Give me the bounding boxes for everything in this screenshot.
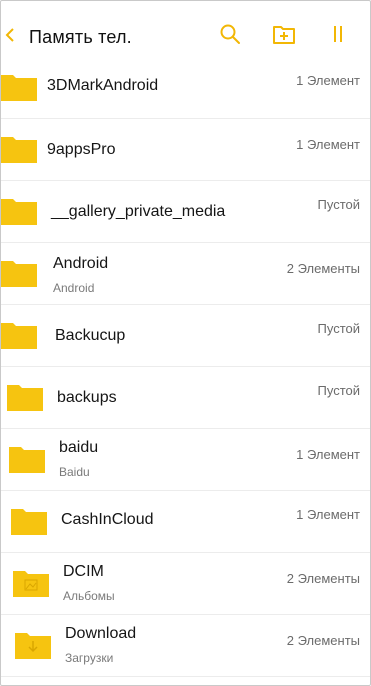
list-item[interactable]: backups Пустой [1,367,370,429]
list-item[interactable]: __gallery_private_media Пустой [1,181,370,243]
folder-icon [1,257,37,287]
item-name: Backucup [55,327,126,344]
list-item[interactable]: 3DMarkAndroid 1 Элемент [1,57,370,119]
item-subtitle: Альбомы [63,589,115,603]
back-button[interactable] [1,11,19,63]
item-count: Пустой [317,321,361,336]
item-subtitle: Baidu [59,465,90,479]
folder-icon [1,71,37,101]
folder-icon [15,629,51,659]
list-item[interactable]: baidu Baidu 1 Элемент [1,429,370,491]
new-folder-button[interactable] [266,19,302,53]
folder-icon [9,443,45,473]
list-item[interactable]: DCIM Альбомы 2 Элементы [1,553,370,615]
list-item[interactable]: Android Android 2 Элементы [1,243,370,305]
search-icon [218,22,242,51]
list-item[interactable]: Download Загрузки 2 Элементы [1,615,370,677]
item-name: Android [53,255,109,272]
item-name: CashInCloud [61,511,154,528]
item-count: 1 Элемент [296,137,360,152]
item-subtitle: Загрузки [65,651,114,665]
item-count: 2 Элементы [286,261,360,276]
item-count: Пустой [317,197,361,212]
item-count: 1 Элемент [296,447,360,462]
new-folder-icon [272,23,296,50]
folder-icon [11,505,47,535]
file-manager-screen: Память тел. 3DMarkAndroid 1 Элемент 9app… [0,0,371,686]
list-item[interactable]: 9appsPro 1 Элемент [1,119,370,181]
folder-icon [7,381,43,411]
item-count: 1 Элемент [296,73,360,88]
item-count: 2 Элементы [286,633,360,648]
item-count: Пустой [317,383,361,398]
folder-icon [1,195,37,225]
item-count: 2 Элементы [286,571,360,586]
back-arrow-icon [5,27,15,48]
more-button[interactable] [320,19,356,53]
list-item[interactable]: Backucup Пустой [1,305,370,367]
item-name: 9appsPro [47,141,116,158]
item-name: DCIM [63,563,104,580]
page-title: Память тел. [29,26,132,47]
item-name: 3DMarkAndroid [47,77,159,94]
item-name: backups [57,389,117,406]
folder-icon [13,567,49,597]
list-item[interactable]: CashInCloud 1 Элемент [1,491,370,553]
file-list: 3DMarkAndroid 1 Элемент 9appsPro 1 Элеме… [1,57,370,677]
header: Память тел. [1,11,370,63]
item-subtitle: Android [53,281,95,295]
item-name: baidu [59,439,99,456]
item-count: 1 Элемент [296,507,360,522]
search-button[interactable] [212,19,248,53]
item-name: Download [65,625,137,642]
folder-icon [1,319,37,349]
item-name: __gallery_private_media [51,203,226,220]
status-bar [306,1,370,11]
header-actions [212,19,356,53]
more-icon [330,23,346,50]
folder-icon [1,133,37,163]
